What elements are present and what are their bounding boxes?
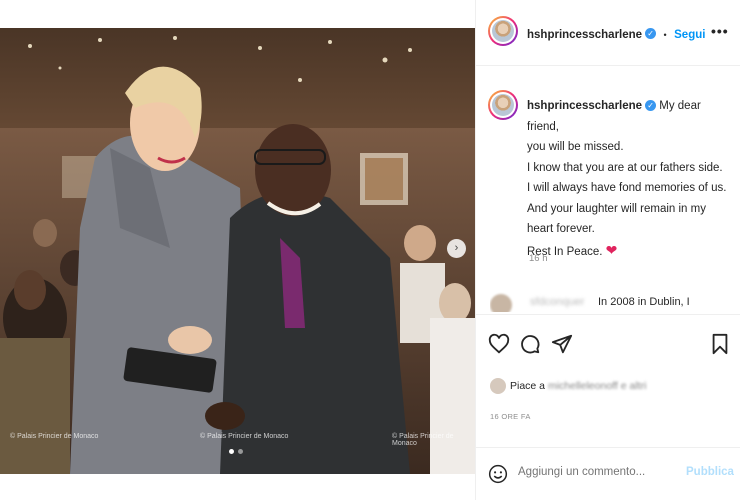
likes-suffix[interactable]: e altri <box>621 380 647 392</box>
red-heart-icon: ❤ <box>605 241 618 258</box>
caption-line: heart forever. <box>527 223 595 235</box>
verified-badge-icon: ✓ <box>645 100 657 112</box>
comment-avatar[interactable] <box>490 294 512 312</box>
carousel-dot <box>238 449 243 454</box>
action-bar <box>476 314 740 369</box>
comment-preview: sfdconquer In 2008 in Dublin, I <box>490 292 735 312</box>
caption-username[interactable]: hshprincesscharlene <box>527 100 642 112</box>
watermark: © Palais Princier de Monaco <box>392 433 454 447</box>
top-whitespace <box>0 0 475 28</box>
caption-line: I will always have fond memories of us. <box>527 182 727 194</box>
verified-badge-icon: ✓ <box>645 28 657 40</box>
carousel-indicator <box>229 449 243 454</box>
carousel-next-button[interactable]: › <box>447 239 466 258</box>
caption: hshprincesscharlene ✓ My dear friend, you… <box>527 96 732 262</box>
separator-dot: • <box>663 30 667 40</box>
publish-button[interactable]: Pubblica <box>686 466 734 478</box>
avatar[interactable] <box>488 16 518 46</box>
photo-illustration <box>0 28 475 474</box>
comment-username[interactable]: sfdconquer <box>530 296 584 308</box>
comment-text: In 2008 in Dublin, I <box>598 296 690 308</box>
liker-username[interactable]: michelleleonoff <box>548 380 618 392</box>
caption-time[interactable]: 16 h <box>529 253 548 264</box>
caption-avatar[interactable] <box>488 90 518 120</box>
caption-line: And your laughter will remain in my <box>527 202 706 215</box>
watermark: © Palais Princier de Monaco <box>10 433 99 440</box>
emoji-icon[interactable] <box>488 464 508 484</box>
comment-icon[interactable] <box>519 333 541 355</box>
watermark: © Palais Princier de Monaco <box>200 433 289 440</box>
post-header: hshprincesscharlene ✓ • Segui ••• <box>476 0 740 66</box>
likes-prefix: Piace a <box>510 380 546 392</box>
share-icon[interactable] <box>551 333 573 355</box>
post-image[interactable]: © Palais Princier de Monaco © Palais Pri… <box>0 28 475 474</box>
liker-avatar <box>490 378 506 394</box>
carousel-dot-active <box>229 449 234 454</box>
post-side-panel: hshprincesscharlene ✓ • Segui ••• hshprin… <box>475 0 740 500</box>
header-username[interactable]: hshprincesscharlene <box>527 29 642 41</box>
follow-button[interactable]: Segui <box>674 29 705 41</box>
bookmark-icon[interactable] <box>709 333 731 355</box>
add-comment-bar: Pubblica <box>476 447 740 500</box>
caption-line: you will be missed. <box>527 141 624 153</box>
bottom-whitespace <box>0 474 475 500</box>
more-options-icon[interactable]: ••• <box>711 23 729 39</box>
caption-line: I know that you are at our fathers side. <box>527 161 723 174</box>
comment-input[interactable] <box>518 466 678 478</box>
heart-icon[interactable] <box>488 333 510 355</box>
post-timestamp[interactable]: 16 ORE FA <box>490 412 531 421</box>
